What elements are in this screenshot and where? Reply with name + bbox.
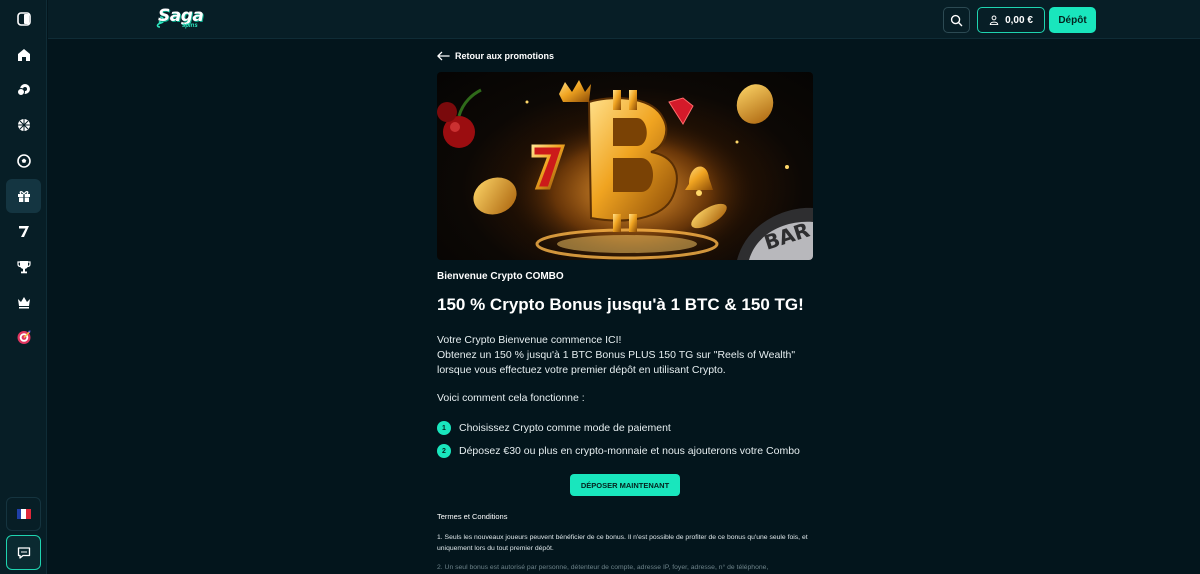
description-line: Votre Crypto Bienvenue commence ICI!	[437, 334, 622, 346]
description-line: lorsque vous effectuez votre premier dép…	[437, 364, 726, 376]
sidebar-item-casino[interactable]	[6, 73, 41, 107]
step-item: 1 Choisissez Crypto comme mode de paieme…	[437, 420, 671, 436]
back-to-promotions-link[interactable]: Retour aux promotions	[437, 49, 554, 63]
how-it-works-label: Voici comment cela fonctionne :	[437, 392, 585, 404]
user-icon	[989, 15, 999, 25]
step-text: Déposez €30 ou plus en crypto-monnaie et…	[459, 445, 800, 457]
top-header: Saga spins 0,00 € Dépôt	[48, 0, 1200, 39]
search-button[interactable]	[943, 7, 970, 33]
balance-button[interactable]: 0,00 €	[977, 7, 1045, 33]
sidebar-item-slots[interactable]	[6, 214, 41, 248]
sidebar	[0, 0, 47, 574]
soccer-ball-icon	[16, 154, 31, 168]
panel-toggle-icon	[16, 12, 31, 26]
deposit-button[interactable]: Dépôt	[1049, 7, 1096, 33]
sidebar-item-missions[interactable]	[6, 320, 41, 354]
step-number-badge: 2	[437, 444, 451, 458]
panel-toggle-button[interactable]	[6, 2, 41, 36]
bitcoin-banner-illustration: BAR	[437, 80, 813, 260]
crown-icon	[17, 297, 30, 309]
terms-item: 1. Seuls les nouveaux joueurs peuvent bé…	[437, 534, 808, 552]
casino-chips-icon	[16, 84, 30, 96]
promo-title: 150 % Crypto Bonus jusqu'à 1 BTC & 150 T…	[437, 295, 804, 314]
step-item: 2 Déposez €30 ou plus en crypto-monnaie …	[437, 443, 800, 459]
back-link-label: Retour aux promotions	[455, 51, 555, 61]
deposit-now-button[interactable]: DÉPOSER MAINTENANT	[570, 474, 680, 496]
sidebar-item-promotions[interactable]	[6, 179, 41, 213]
trophy-icon	[16, 261, 31, 274]
logo-subtext: spins	[182, 23, 198, 29]
target-icon	[17, 330, 30, 344]
balance-amount: 0,00 €	[1005, 14, 1033, 26]
sidebar-item-home[interactable]	[6, 38, 41, 72]
chat-button[interactable]	[6, 535, 41, 570]
terms-item: 2. Un seul bonus est autorisé par person…	[437, 564, 769, 571]
chat-icon	[17, 546, 30, 559]
gift-icon	[17, 191, 30, 202]
saga-spins-logo[interactable]: Saga spins	[156, 6, 206, 32]
sidebar-item-vip[interactable]	[6, 285, 41, 319]
sports-ball-icon	[17, 119, 30, 131]
home-icon	[17, 49, 30, 61]
promo-description: Votre Crypto Bienvenue commence ICI! Obt…	[437, 333, 817, 378]
promo-banner-image: BAR	[437, 72, 813, 260]
terms-title: Termes et Conditions	[437, 512, 508, 521]
promo-category-label: Bienvenue Crypto COMBO	[437, 271, 564, 282]
slot-seven-icon	[18, 226, 29, 237]
step-text: Choisissez Crypto comme mode de paiement	[459, 422, 671, 434]
language-selector[interactable]	[6, 497, 41, 531]
search-icon	[950, 14, 963, 26]
fr-flag-icon	[16, 509, 31, 519]
description-line: Obtenez un 150 % jusqu'à 1 BTC Bonus PLU…	[437, 349, 796, 361]
sidebar-item-tournaments[interactable]	[6, 250, 41, 284]
sidebar-item-sports[interactable]	[6, 144, 41, 178]
arrow-left-icon	[437, 51, 450, 61]
step-number-badge: 1	[437, 421, 451, 435]
sidebar-item-live[interactable]	[6, 108, 41, 142]
